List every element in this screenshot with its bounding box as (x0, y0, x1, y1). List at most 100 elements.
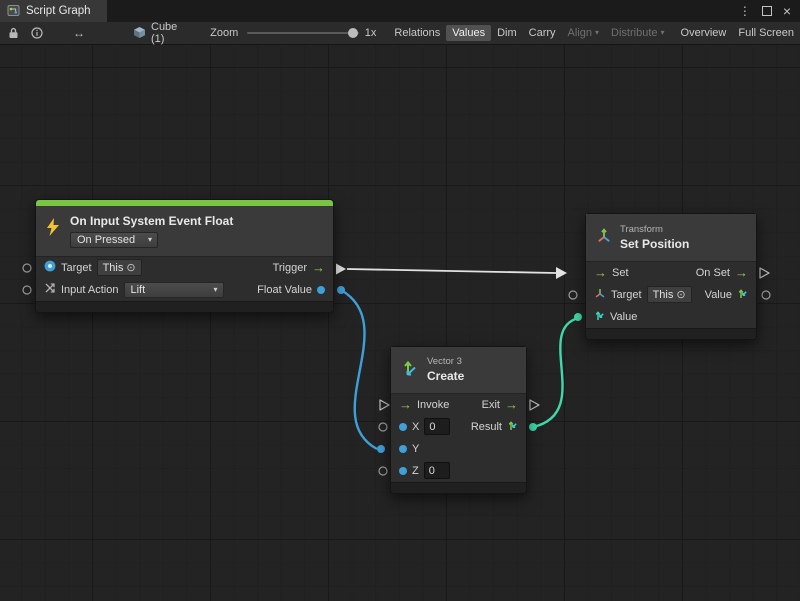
values-button[interactable]: Values (446, 25, 491, 41)
float-port-dot[interactable] (317, 286, 325, 294)
node-footer (391, 482, 526, 493)
input-action-icon (44, 282, 56, 297)
port-row-target-valueout: Target This ⊙ Value (586, 284, 756, 306)
port-float-value-out[interactable] (337, 286, 345, 294)
port-input-action-in[interactable] (23, 286, 31, 294)
port-result-out[interactable] (529, 423, 537, 431)
node-header[interactable]: Transform Set Position (586, 214, 756, 262)
input-action-dropdown[interactable]: Lift ▾ (124, 282, 224, 298)
port-x-in[interactable] (379, 423, 387, 431)
x-port-label: X (412, 421, 419, 433)
port-row-target-trigger: Target This ⊙ Trigger → (36, 257, 333, 279)
node-title: On Input System Event Float (70, 214, 233, 228)
chevron-down-icon: ▾ (661, 28, 665, 37)
invoke-port-label: Invoke (417, 399, 449, 411)
chevron-down-icon: ▾ (213, 285, 217, 294)
resize-handle-icon[interactable]: ↔ (73, 26, 85, 40)
lock-icon[interactable] (8, 27, 19, 39)
maximize-icon[interactable] (762, 6, 772, 16)
zoom-slider-handle[interactable] (348, 28, 358, 38)
event-mode-value: On Pressed (77, 234, 135, 246)
node-category: Vector 3 (427, 356, 464, 367)
trigger-port-label: Trigger (273, 262, 307, 274)
port-trigger-out[interactable] (336, 263, 346, 274)
port-invoke-in[interactable] (380, 400, 389, 410)
port-row-y: Y (391, 438, 526, 460)
result-port-label: Result (471, 421, 502, 433)
x-port-dot[interactable] (399, 423, 407, 431)
node-vector3-create[interactable]: Vector 3 Create → Invoke Exit → X 0 (390, 346, 527, 494)
node-header[interactable]: Vector 3 Create (391, 347, 526, 394)
unity-script-graph-window: Script Graph ⋮ × ↔ Cube (1) Zoom 1x Rela… (0, 0, 800, 601)
node-footer (586, 328, 756, 339)
graph-toolbar: ↔ Cube (1) Zoom 1x Relations Values Dim … (0, 22, 800, 45)
full-screen-button[interactable]: Full Screen (732, 25, 800, 41)
wire-trigger-to-set[interactable] (347, 269, 556, 273)
set-port-label: Set (612, 267, 629, 279)
event-mode-dropdown[interactable]: On Pressed ▾ (70, 232, 158, 248)
y-port-dot[interactable] (399, 445, 407, 453)
wire-arrowhead-set-in[interactable] (556, 267, 567, 279)
flow-arrow-icon: → (312, 261, 325, 274)
target-port-label: Target (61, 262, 92, 274)
align-button[interactable]: Align▾ (562, 25, 605, 41)
node-set-position[interactable]: Transform Set Position → Set On Set → (585, 213, 757, 340)
port-row-valuein: Value (586, 306, 756, 328)
window-controls: ⋮ × (739, 0, 800, 22)
port-row-x-result: X 0 Result (391, 416, 526, 438)
x-value-field[interactable]: 0 (424, 418, 450, 435)
port-onset-out[interactable] (760, 268, 769, 278)
port-setpos-value-out[interactable] (762, 291, 770, 299)
zoom-slider-track[interactable] (247, 32, 359, 34)
wire-floatvalue-to-y[interactable] (341, 290, 377, 449)
flow-arrow-icon: → (399, 398, 412, 411)
carry-button[interactable]: Carry (523, 25, 562, 41)
z-value-field[interactable]: 0 (424, 462, 450, 479)
port-exit-out[interactable] (530, 400, 539, 410)
wire-result-to-value[interactable] (533, 318, 578, 427)
window-menu-icon[interactable]: ⋮ (739, 4, 751, 18)
distribute-button[interactable]: Distribute▾ (605, 25, 670, 41)
overview-button[interactable]: Overview (675, 25, 733, 41)
node-title: Set Position (620, 237, 689, 251)
node-category: Transform (620, 224, 689, 235)
float-value-label: Float Value (257, 284, 312, 296)
z-port-dot[interactable] (399, 467, 407, 475)
target-port-label: Target (611, 289, 642, 301)
exit-port-label: Exit (482, 399, 500, 411)
y-port-label: Y (412, 443, 419, 455)
dim-button[interactable]: Dim (491, 25, 523, 41)
graph-target-label[interactable]: Cube (1) (151, 21, 192, 45)
vector3-icon (594, 310, 605, 324)
zoom-slider[interactable] (247, 28, 359, 38)
transform-icon (596, 228, 612, 247)
vector3-icon (507, 420, 518, 434)
target-object-field[interactable]: This ⊙ (97, 259, 142, 276)
graph-canvas[interactable]: On Input System Event Float On Pressed ▾… (0, 45, 800, 601)
port-event-target-in[interactable] (23, 264, 31, 272)
target-object-field[interactable]: This ⊙ (647, 286, 692, 303)
port-row-set-onset: → Set On Set → (586, 262, 756, 284)
tab-script-graph[interactable]: Script Graph (0, 0, 107, 22)
info-icon[interactable] (31, 27, 43, 39)
object-picker-icon[interactable]: ⊙ (126, 261, 135, 274)
port-z-in[interactable] (379, 467, 387, 475)
close-icon[interactable]: × (783, 4, 791, 18)
value-out-label: Value (705, 289, 732, 301)
port-value-in[interactable] (574, 313, 582, 321)
vector3-create-icon (401, 359, 419, 380)
port-row-inputaction-floatvalue: Input Action Lift ▾ Float Value (36, 279, 333, 301)
port-y-in[interactable] (377, 445, 385, 453)
transform-mini-icon (594, 287, 606, 302)
zoom-value: 1x (365, 27, 377, 39)
node-on-input-system-event-float[interactable]: On Input System Event Float On Pressed ▾… (35, 199, 334, 313)
relations-button[interactable]: Relations (388, 25, 446, 41)
port-setpos-target-in[interactable] (569, 291, 577, 299)
chevron-down-icon: ▾ (595, 28, 599, 37)
port-row-z: Z 0 (391, 460, 526, 482)
cube-icon (133, 26, 146, 39)
flow-arrow-icon: → (594, 266, 607, 279)
input-action-label: Input Action (61, 284, 119, 296)
node-header[interactable]: On Input System Event Float On Pressed ▾ (36, 206, 333, 257)
object-picker-icon[interactable]: ⊙ (676, 288, 685, 301)
